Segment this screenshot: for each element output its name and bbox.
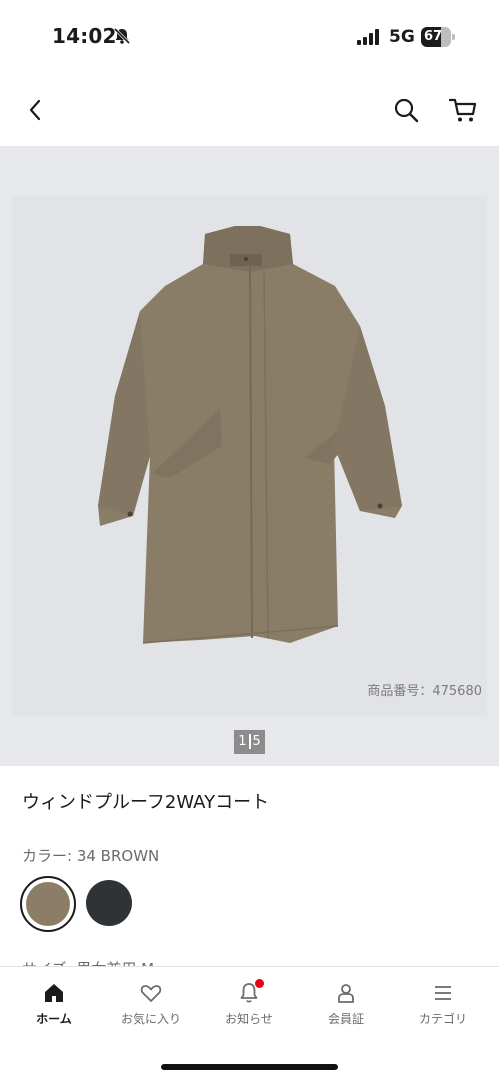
- swatch-dark[interactable]: [86, 880, 132, 926]
- bell-muted-icon: [113, 27, 131, 45]
- back-chevron-icon[interactable]: [22, 96, 50, 124]
- search-icon[interactable]: [392, 96, 420, 124]
- pager-total: 5: [252, 734, 261, 749]
- tab-favorites-label: お気に入り: [120, 1012, 181, 1026]
- color-label: カラー: 34 BROWN: [22, 847, 160, 865]
- signal-icon: [357, 29, 379, 45]
- tab-home[interactable]: ホーム: [4, 981, 104, 1031]
- tab-membership-label: 会員証: [327, 1012, 364, 1026]
- tab-notifications-label: お知らせ: [225, 1012, 273, 1026]
- bottom-tab-bar: ホーム お気に入り お知らせ 会員証 カテゴリ: [0, 966, 499, 1081]
- color-swatches: [20, 876, 220, 936]
- home-indicator[interactable]: [161, 1064, 338, 1070]
- battery-icon: 67: [421, 27, 455, 47]
- tab-home-label: ホーム: [36, 1012, 72, 1026]
- tab-notifications[interactable]: お知らせ: [199, 979, 299, 1031]
- cart-icon[interactable]: [448, 96, 478, 124]
- tab-category-label: カテゴリ: [418, 1012, 467, 1026]
- tab-favorites[interactable]: お気に入り: [101, 981, 201, 1031]
- battery-percent: 67: [423, 29, 443, 44]
- menu-icon: [435, 986, 451, 1000]
- swatch-brown[interactable]: [20, 876, 76, 932]
- image-pager: 15: [234, 730, 265, 754]
- heart-icon: [140, 985, 162, 1002]
- tab-membership[interactable]: 会員証: [296, 981, 396, 1031]
- status-bar: 14:02 5G 67: [0, 0, 499, 72]
- pager-current: 1: [238, 734, 247, 749]
- status-time: 14:02: [52, 24, 117, 48]
- top-nav: [0, 84, 499, 136]
- person-icon: [338, 984, 354, 1003]
- tab-category[interactable]: カテゴリ: [393, 981, 493, 1031]
- product-image-gallery[interactable]: 商品番号：475680 15: [0, 146, 499, 766]
- coat-product-image[interactable]: [0, 146, 499, 766]
- product-number: 商品番号：475680: [367, 684, 482, 699]
- notification-badge: [255, 979, 264, 988]
- product-title: ウィンドプルーフ2WAYコート: [22, 792, 270, 813]
- network-type: 5G: [389, 27, 415, 47]
- home-icon: [45, 984, 63, 1002]
